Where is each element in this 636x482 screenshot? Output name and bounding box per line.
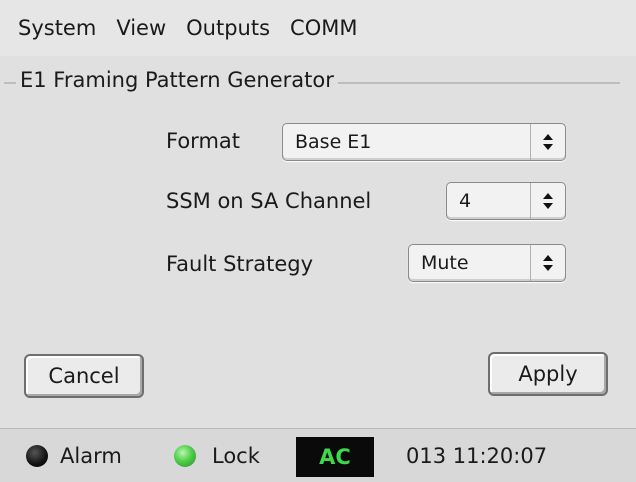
lock-led-icon xyxy=(174,445,196,467)
alarm-led-icon xyxy=(26,445,48,467)
format-label: Format xyxy=(166,129,241,153)
menu-view[interactable]: View xyxy=(102,16,166,40)
menu-system[interactable]: System xyxy=(0,16,96,40)
updown-arrows-icon xyxy=(530,124,565,160)
ssm-select[interactable]: 4 xyxy=(446,182,566,220)
menu-bar: System View Outputs COMM xyxy=(0,0,636,57)
fault-strategy-select[interactable]: Mute xyxy=(408,244,566,282)
menu-comm[interactable]: COMM xyxy=(276,16,357,40)
lock-label: Lock xyxy=(212,444,260,468)
cancel-button[interactable]: Cancel xyxy=(24,354,144,398)
group-title: E1 Framing Pattern Generator xyxy=(16,68,338,92)
ac-indicator: AC xyxy=(296,437,374,477)
format-value: Base E1 xyxy=(295,131,372,153)
fault-strategy-value: Mute xyxy=(421,252,469,274)
ssm-label: SSM on SA Channel xyxy=(166,189,372,213)
updown-arrows-icon xyxy=(530,245,565,281)
fault-strategy-label: Fault Strategy xyxy=(166,252,314,276)
format-select[interactable]: Base E1 xyxy=(282,123,566,161)
generator-panel: E1 Framing Pattern Generator Format Base… xyxy=(0,56,636,428)
menu-outputs[interactable]: Outputs xyxy=(172,16,270,40)
status-bar: Alarm Lock AC 013 11:20:07 xyxy=(0,428,636,482)
alarm-label: Alarm xyxy=(60,444,122,468)
updown-arrows-icon xyxy=(530,183,565,219)
ac-label: AC xyxy=(319,445,351,469)
datetime-readout: 013 11:20:07 xyxy=(406,444,548,468)
apply-button[interactable]: Apply xyxy=(488,352,608,396)
ssm-value: 4 xyxy=(459,190,472,212)
